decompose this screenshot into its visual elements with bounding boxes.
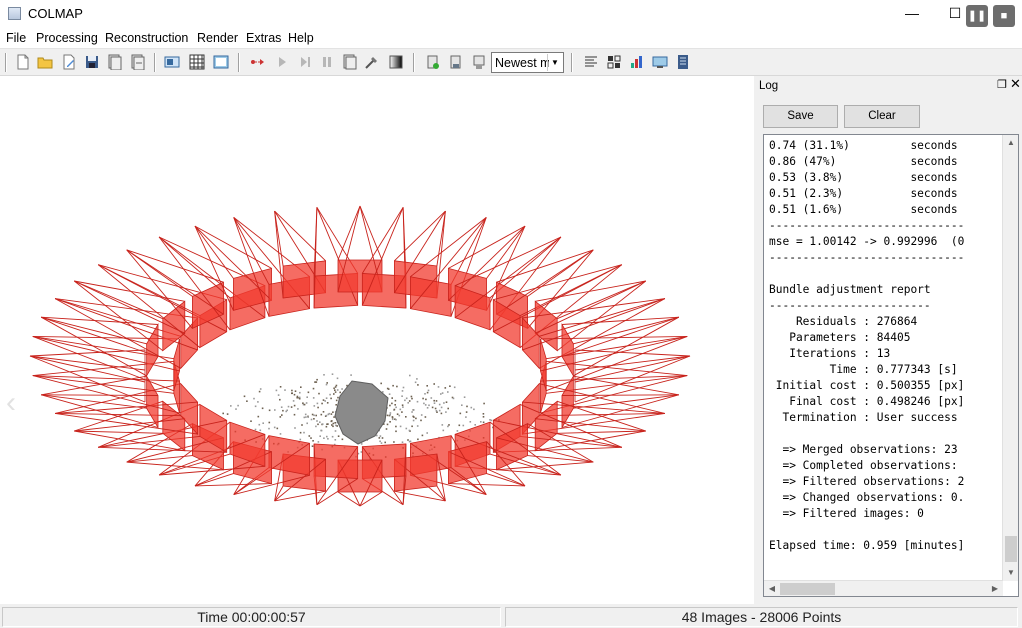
log-line: mse = 1.00142 -> 0.992996 (0 <box>769 235 965 248</box>
toolbar-grip <box>5 53 7 72</box>
scroll-thumb-horizontal[interactable] <box>780 583 835 595</box>
log-title: Log <box>759 80 779 92</box>
reconstruction-scene[interactable] <box>0 76 754 604</box>
log-line: 0.74 (31.1%) seconds <box>769 139 958 152</box>
feature-matching-icon[interactable] <box>189 54 205 70</box>
log-line: 0.51 (1.6%) seconds <box>769 203 958 216</box>
grab-image-icon[interactable] <box>606 54 622 70</box>
log-save-button[interactable]: Save <box>763 105 838 128</box>
dense-reconstruction-icon[interactable] <box>364 54 380 70</box>
window-title: COLMAP <box>28 6 83 21</box>
log-line: => Merged observations: 23 <box>769 443 958 456</box>
start-reconstruction-icon[interactable] <box>250 54 266 70</box>
log-line: 0.51 (2.3%) seconds <box>769 187 958 200</box>
colmap-window: COLMAP — ☐ ❚❚ ■ File Processing Reconstr… <box>0 0 1022 628</box>
bundle-adjustment-icon[interactable] <box>342 54 358 70</box>
toolbar-separator <box>413 53 415 72</box>
minimize-button[interactable]: — <box>901 0 923 28</box>
toolbar: Newest mo ▼ <box>0 48 1022 76</box>
close-panel-icon[interactable]: ✕ <box>1010 76 1021 92</box>
log-clear-button[interactable]: Clear <box>844 105 920 128</box>
log-text-area[interactable]: 0.74 (31.1%) seconds 0.86 (47%) seconds 0.… <box>763 134 1019 597</box>
scroll-left-icon[interactable]: ◀ <box>764 581 780 596</box>
reset-reconstruction-icon[interactable] <box>319 54 335 70</box>
stop-recording-button[interactable]: ■ <box>993 5 1015 27</box>
menu-processing[interactable]: Processing <box>36 31 98 45</box>
menu-file[interactable]: File <box>6 31 26 45</box>
log-line: Bundle adjustment report <box>769 283 931 296</box>
log-line: Iterations : 13 <box>769 347 891 360</box>
log-line: Elapsed time: 0.959 [minutes] <box>769 539 965 552</box>
menu-bar: File Processing Reconstruction Render Ex… <box>0 28 1022 48</box>
colormap-icon[interactable] <box>388 54 404 70</box>
log-line: => Filtered images: 0 <box>769 507 924 520</box>
scroll-down-icon[interactable]: ▼ <box>1003 565 1018 581</box>
pause-recording-button[interactable]: ❚❚ <box>966 5 988 27</box>
log-line: Residuals : 276864 <box>769 315 918 328</box>
log-line: ----------------------------- <box>769 251 965 264</box>
save-project-icon[interactable] <box>84 54 100 70</box>
status-bar: Time 00:00:00:57 48 Images - 28006 Point… <box>0 604 1022 628</box>
camera-frustum[interactable] <box>313 207 359 309</box>
title-bar: COLMAP — ☐ ❚❚ ■ <box>0 0 1022 28</box>
log-line: 0.86 (47%) seconds <box>769 155 958 168</box>
log-line: Time : 0.777343 [s] <box>769 363 958 376</box>
log-line: Termination : User success <box>769 411 958 424</box>
log-line: => Completed observations: <box>769 459 958 472</box>
log-line: Parameters : 84405 <box>769 331 911 344</box>
menu-extras[interactable]: Extras <box>246 31 281 45</box>
app-icon <box>8 7 21 20</box>
match-matrix-icon[interactable] <box>471 54 487 70</box>
scroll-thumb[interactable] <box>1005 536 1017 562</box>
model-select[interactable]: Newest mo ▼ <box>491 52 564 73</box>
chevron-down-icon[interactable]: ▼ <box>547 54 562 71</box>
step-reconstruction-icon[interactable] <box>274 54 290 70</box>
float-panel-icon[interactable]: ❐ <box>997 78 1007 91</box>
reconstructed-object <box>334 380 389 445</box>
log-line: ----------------------------- <box>769 219 965 232</box>
reconstruction-stats-icon[interactable] <box>448 54 464 70</box>
vertical-scrollbar[interactable]: ▲ ▼ <box>1002 135 1018 581</box>
scroll-right-icon[interactable]: ▶ <box>987 581 1003 596</box>
log-icon[interactable] <box>583 54 599 70</box>
undistort-icon[interactable] <box>652 54 668 70</box>
status-time: Time 00:00:00:57 <box>2 607 501 627</box>
database-management-icon[interactable] <box>213 54 229 70</box>
toolbar-separator <box>154 53 156 72</box>
render-options-icon[interactable] <box>425 54 441 70</box>
toolbar-separator <box>571 53 573 72</box>
toolbar-separator <box>238 53 240 72</box>
menu-reconstruction[interactable]: Reconstruction <box>105 31 188 45</box>
open-project-icon[interactable] <box>37 54 53 70</box>
import-model-icon[interactable] <box>107 54 123 70</box>
log-line: => Filtered observations: 2 <box>769 475 965 488</box>
log-line: 0.53 (3.8%) seconds <box>769 171 958 184</box>
horizontal-scrollbar[interactable]: ◀ ▶ <box>764 580 1003 596</box>
feature-extraction-icon[interactable] <box>164 54 180 70</box>
cluster-icon[interactable] <box>675 54 691 70</box>
scroll-up-icon[interactable]: ▲ <box>1003 135 1018 151</box>
model-select-value: Newest mo <box>495 56 549 70</box>
menu-render[interactable]: Render <box>197 31 238 45</box>
edit-project-icon[interactable] <box>61 54 77 70</box>
log-lines: 0.74 (31.1%) seconds 0.86 (47%) seconds 0.… <box>769 138 1005 574</box>
log-line: Final cost : 0.498246 [px] <box>769 395 965 408</box>
3d-viewport[interactable]: ‹ <box>0 76 754 604</box>
status-summary: 48 Images - 28006 Points <box>505 607 1018 627</box>
export-model-icon[interactable] <box>130 54 146 70</box>
log-panel: Log ❐ ✕ Save Clear 0.74 (31.1%) seconds 0… <box>757 76 1022 604</box>
pause-reconstruction-icon[interactable] <box>297 54 313 70</box>
nav-left-arrow-icon[interactable]: ‹ <box>6 386 16 420</box>
log-line: => Changed observations: 0. <box>769 491 965 504</box>
log-line: ------------------------ <box>769 299 931 312</box>
new-project-icon[interactable] <box>15 54 31 70</box>
menu-help[interactable]: Help <box>288 31 314 45</box>
log-line: Initial cost : 0.500355 [px] <box>769 379 965 392</box>
grab-movie-icon[interactable] <box>629 54 645 70</box>
maximize-button[interactable]: ☐ <box>944 0 966 28</box>
